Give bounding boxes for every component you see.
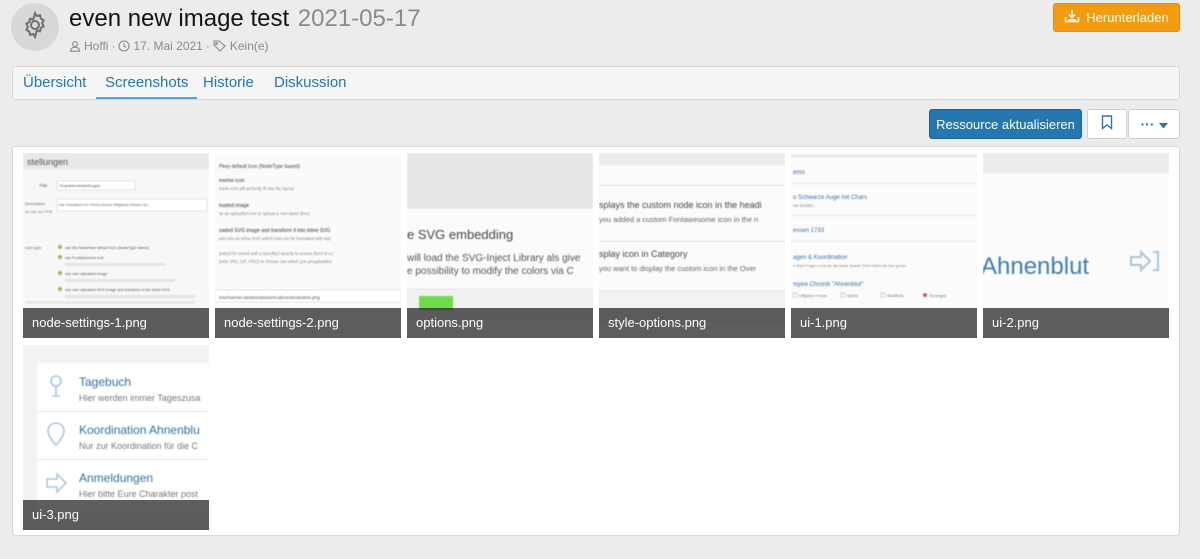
preview-text: Hier bitte Eure Charakter post [79,489,199,499]
resource-version: 2021-05-17 [297,5,421,32]
preview-text: agen & Koordination [793,255,847,261]
preview-text: use own uploaded SVG image and transform… [65,288,170,292]
preview-text: e possibility to modify the colors via C [407,266,574,277]
preview-text: Koordination Ahnenblu [79,423,200,437]
preview-text: e Rast Fragen rund um die Neue Spiele! O… [793,264,906,268]
author-link[interactable]: Hoffi [84,39,108,53]
bookmark-button[interactable] [1087,109,1127,139]
preview-text: you added a custom Fontawesome icon in t… [599,215,758,224]
tab-screenshots[interactable]: Screenshots [96,67,198,99]
screenshot-thumb[interactable]: splays the custom node icon in the headi… [599,153,785,338]
preview-text: loaded image [219,203,249,209]
tab-history[interactable]: Historie [203,67,254,99]
release-date[interactable]: 17. Mai 2021 [133,39,202,53]
preview-text: essen 1733 [793,228,825,234]
resource-header: even new image test 2021-05-17 Hoffi · 1… [0,0,1200,60]
meta-separator: · [111,39,116,53]
screenshot-caption: ui-3.png [23,500,209,530]
preview-text: Description [25,201,45,206]
resource-title: even new image test [69,5,290,32]
screenshot-caption: options.png [407,308,593,338]
screenshot-thumb[interactable]: stellungen Title Charaktereinstellungen … [23,153,209,338]
meta-separator: · [205,39,210,53]
bookmark-icon [1101,115,1113,133]
gear-icon [20,10,50,45]
more-label: ··· [1140,116,1155,132]
preview-text: o Schwarze Auge mit Chars [793,195,867,201]
preview-text: se an uploaded icon or upload a new asse… [219,211,311,216]
preview-text: Anmeldungen [79,471,153,485]
screenshot-gallery: stellungen Title Charaktereinstellungen … [12,146,1180,536]
preview-text: Hier werden immer Tageszusa [79,393,200,403]
download-label: Herunterladen [1086,10,1169,25]
screenshot-thumb[interactable]: e SVG embedding will load the SVG-Inject… [407,153,593,338]
tab-discussion[interactable]: Diskussion [274,67,347,99]
preview-text: mpire Chronik "Ahnenblut" [793,282,863,288]
screenshot-thumb[interactable]: Tagebuch Hier werden immer Tageszusa Koo… [23,345,209,530]
preview-text: Charaktereinstellungen [59,183,100,188]
screenshot-caption: node-settings-1.png [23,308,209,338]
preview-text: some icon will perfectly fit into the la… [219,186,295,191]
preview-text: emo [793,170,805,176]
update-resource-button[interactable]: Ressource aktualisieren [929,109,1082,139]
preview-text: um beiden... [793,203,817,208]
page-title: even new image test 2021-05-17 [69,5,421,33]
preview-text: esome icon [219,178,245,184]
download-icon [1064,9,1080,26]
preview-text: Offgame Forum [799,293,828,298]
preview-text: use Fontawesome icon [65,256,104,260]
tags-value: Kein(e) [229,39,269,53]
screenshot-thumb[interactable]: Ahnenblut ui-2.png [983,153,1169,338]
screenshot-thumb[interactable]: Pkey default Icon (NodeType based) esome… [215,153,401,338]
preview-text: luschwerter.de/dev/assets/ncalicons/indu… [219,295,320,300]
resource-meta: Hoffi · 17. Mai 2021 · Kein(e) [69,39,269,53]
preview-text: use the NodeFlare default icon (NodeType… [65,246,150,250]
preview-text: Icon type [25,245,42,250]
preview-text: Die Charaktere im Thema Unsere Mitgliede… [59,203,151,207]
preview-text: Sonstiges [929,293,947,298]
preview-text: Nur zur Koordination für die C [79,441,199,451]
clock-icon [118,40,131,52]
preview-text: Stadtteile [887,293,904,298]
preview-text: use own uploaded image [65,272,107,276]
screenshot-caption: style-options.png [599,308,785,338]
download-button[interactable]: Herunterladen [1053,3,1180,32]
tab-overview[interactable]: Übersicht [23,67,86,99]
user-icon [69,40,81,52]
preview-text: oaded SVG image and transform it into in… [219,228,331,234]
screenshot-caption: ui-2.png [983,308,1169,338]
resource-tabs: Übersicht Screenshots Historie Diskussio… [12,66,1180,100]
preview-text: will load the SVG-Inject Library als giv… [407,253,581,264]
screenshot-thumb[interactable]: emo o Schwarze Auge mit Chars um beiden.… [791,153,977,338]
screenshot-caption: ui-1.png [791,308,977,338]
preview-text: splay icon in Category [599,249,688,259]
preview-text: stellungen [27,157,68,167]
preview-text: splays the custom node icon in the headi [599,200,762,210]
preview-text: Pkey default Icon (NodeType based) [219,164,300,170]
preview-text: e SVG embedding [407,227,513,242]
preview-text: turn into an inline SVG which now can be… [219,236,330,241]
tags-icon [213,40,227,52]
resource-avatar[interactable] [11,3,59,51]
preview-text: you want to display the custom icon in t… [599,264,757,273]
preview-text: Tagebuch [79,375,131,389]
preview-text: putted for unreal with a specified opaci… [219,251,334,256]
caret-down-icon [1158,117,1168,132]
preview-text: Title [39,183,48,188]
more-options-button[interactable]: ··· [1128,109,1180,139]
preview-text: Ahnenblut [983,253,1089,280]
preview-text: ports JPG, GIF, PNG) or choose one which… [219,259,332,264]
preview-text: Spiele [847,293,859,298]
preview-text: ich wild als HTML [25,210,53,214]
screenshot-caption: node-settings-2.png [215,308,401,338]
